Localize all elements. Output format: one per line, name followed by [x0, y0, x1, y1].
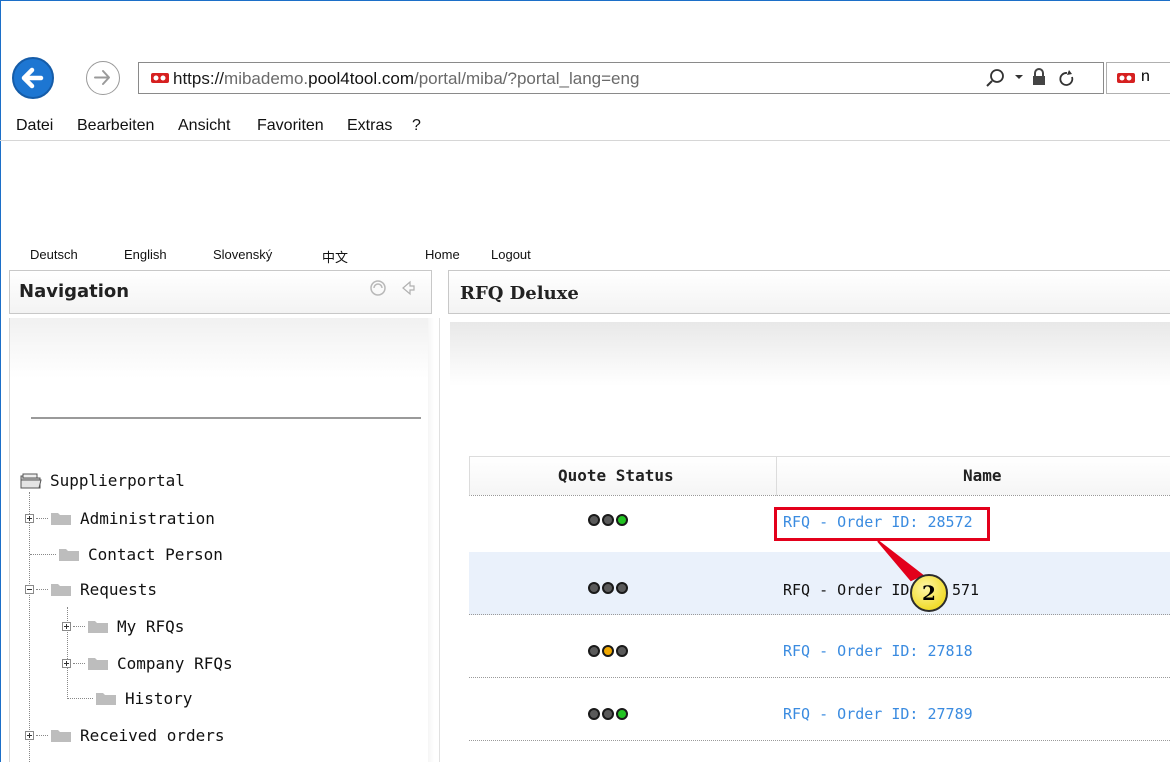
back-button[interactable]	[12, 57, 54, 99]
forward-button[interactable]	[86, 61, 120, 95]
lang-link-chinese[interactable]: 中文	[322, 247, 348, 266]
tab-favicon-icon	[1117, 73, 1135, 83]
address-bar[interactable]: https://mibademo.pool4tool.com/portal/mi…	[138, 62, 1104, 94]
tree-item-my-rfqs[interactable]: My RFQs	[62, 614, 184, 638]
lang-link-slovensky[interactable]: Slovenský	[213, 247, 272, 262]
address-bar-controls[interactable]	[975, 65, 1095, 91]
navigation-divider	[31, 417, 421, 419]
callout-badge: 2	[910, 574, 948, 612]
column-header-name[interactable]: Name	[963, 466, 1002, 485]
menu-bar	[0, 112, 1170, 141]
search-icon	[986, 69, 1004, 87]
navigation-title: Navigation	[19, 281, 130, 302]
folder-icon	[88, 620, 108, 633]
refresh-icon	[1059, 70, 1074, 86]
expand-icon[interactable]	[25, 513, 34, 523]
column-header-quote-status[interactable]: Quote Status	[558, 466, 674, 485]
rfq-link[interactable]: RFQ - Order ID: 27789	[783, 705, 973, 723]
menu-bearbeiten[interactable]: Bearbeiten	[77, 117, 154, 135]
highlight-box	[774, 507, 990, 541]
tree-label: History	[125, 688, 193, 708]
tree-item-history[interactable]: History	[67, 686, 192, 710]
tree-connector	[29, 492, 30, 762]
tree-item-contact-person[interactable]: Contact Person	[30, 542, 223, 566]
home-link[interactable]: Home	[425, 247, 460, 262]
quote-status-lights	[588, 708, 628, 720]
expand-icon[interactable]	[62, 658, 71, 668]
expand-icon[interactable]	[25, 730, 34, 740]
navigation-toolbar-area	[10, 318, 428, 378]
lang-link-deutsch[interactable]: Deutsch	[30, 247, 78, 262]
tree-item-company-rfqs[interactable]: Company RFQs	[62, 651, 233, 675]
url-text[interactable]: https://mibademo.pool4tool.com/portal/mi…	[173, 69, 639, 89]
menu-datei[interactable]: Datei	[16, 117, 53, 135]
status-light	[616, 645, 628, 657]
status-light	[602, 582, 614, 594]
column-separator	[776, 456, 777, 496]
rfq-name-suffix: 571	[952, 581, 980, 599]
status-light	[602, 514, 614, 526]
menu-ansicht[interactable]: Ansicht	[178, 117, 230, 135]
folder-icon	[51, 729, 71, 742]
rfq-link[interactable]: RFQ - Order ID: 27818	[783, 642, 973, 660]
browser-tab[interactable]: n	[1106, 62, 1170, 94]
tree-item-received-orders[interactable]: Received orders	[25, 723, 225, 747]
lang-link-english[interactable]: English	[124, 247, 167, 262]
tree-label: Requests	[80, 579, 158, 599]
tree-label: Contact Person	[88, 544, 223, 564]
status-light	[588, 514, 600, 526]
folder-icon	[88, 657, 108, 670]
expand-icon[interactable]	[62, 621, 71, 631]
rfq-name[interactable]: RFQ - Order ID	[783, 581, 909, 599]
quote-status-lights	[588, 582, 628, 594]
site-favicon-icon	[151, 73, 169, 83]
panel-splitter[interactable]	[428, 318, 434, 762]
folder-icon	[59, 548, 79, 561]
refresh-tree-icon[interactable]	[368, 278, 388, 298]
tree-root-supplierportal[interactable]: Supplierportal	[20, 468, 185, 492]
tree-item-requests[interactable]: Requests	[25, 577, 157, 601]
status-light	[602, 708, 614, 720]
tree-label: Company RFQs	[117, 653, 233, 673]
status-light	[616, 514, 628, 526]
menu-favoriten[interactable]: Favoriten	[257, 117, 324, 135]
folder-icon	[96, 692, 116, 705]
status-light	[616, 708, 628, 720]
logout-link[interactable]: Logout	[491, 247, 531, 262]
menu-extras[interactable]: Extras	[347, 117, 392, 135]
tree-item-administration[interactable]: Administration	[25, 506, 215, 530]
tree-label: My RFQs	[117, 616, 185, 636]
dropdown-icon	[1015, 75, 1023, 79]
tree-label: Received orders	[80, 725, 225, 745]
arrow-right-icon	[94, 70, 110, 85]
arrow-left-icon	[21, 67, 44, 89]
tree-label: Supplierportal	[50, 470, 185, 490]
status-light	[602, 645, 614, 657]
menu-help[interactable]: ?	[412, 117, 421, 135]
tab-title: n	[1141, 68, 1150, 85]
tree-label: Administration	[80, 508, 215, 528]
portal-folder-icon	[20, 473, 42, 488]
lock-icon	[1033, 68, 1045, 85]
folder-icon	[51, 512, 71, 525]
content-toolbar	[450, 322, 1170, 386]
collapse-icon[interactable]	[25, 584, 34, 594]
status-light	[588, 645, 600, 657]
status-light	[588, 582, 600, 594]
folder-icon	[51, 583, 71, 596]
collapse-panel-icon[interactable]	[398, 279, 416, 297]
quote-status-lights	[588, 645, 628, 657]
quote-status-lights	[588, 514, 628, 526]
content-title: RFQ Deluxe	[460, 283, 579, 304]
status-light	[588, 708, 600, 720]
panel-divider	[439, 318, 440, 762]
status-light	[616, 582, 628, 594]
